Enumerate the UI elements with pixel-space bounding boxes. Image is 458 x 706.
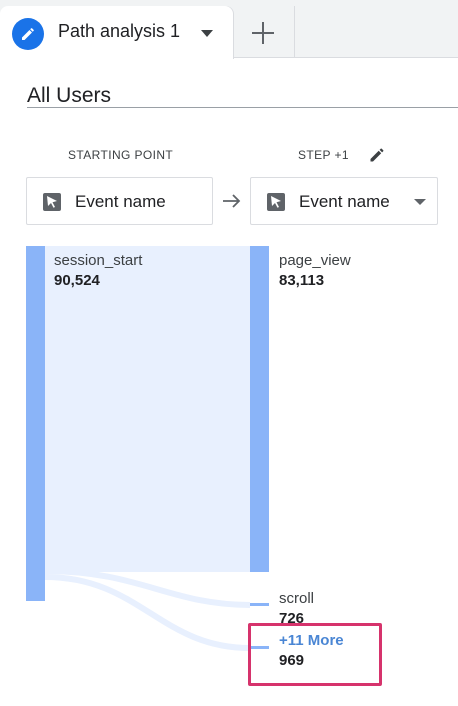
node-name: page_view: [279, 252, 351, 269]
node-value: 90,524: [54, 272, 100, 289]
node-value: 83,113: [279, 272, 325, 289]
node-name: session_start: [54, 252, 143, 269]
node-name: scroll: [279, 590, 315, 607]
highlight-box: [248, 623, 382, 686]
